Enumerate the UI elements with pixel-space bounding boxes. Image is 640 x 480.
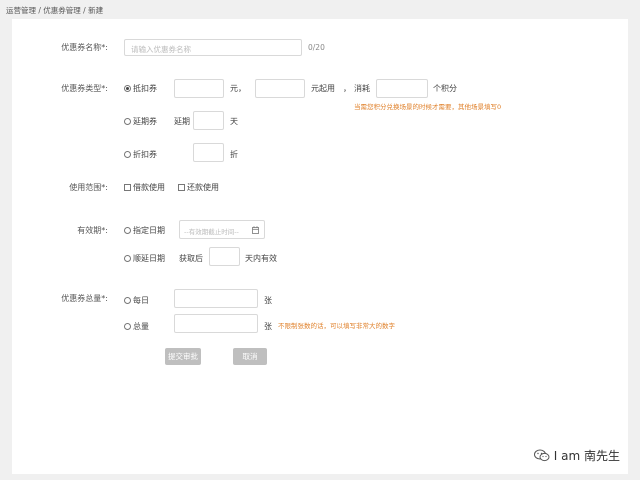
radio-discount[interactable]: 折扣券 bbox=[124, 149, 157, 160]
expiry-date-placeholder: --有效期截止时间-- bbox=[184, 228, 239, 236]
points-unit: 个积分 bbox=[433, 84, 457, 93]
days-valid-label: 天内有效 bbox=[245, 254, 277, 263]
extend-prefix: 延期 bbox=[174, 117, 190, 126]
coupon-name-input[interactable]: 请输入优惠券名称 bbox=[124, 39, 302, 56]
radio-daily-label: 每日 bbox=[133, 296, 149, 305]
radio-icon bbox=[124, 297, 131, 304]
calendar-icon bbox=[252, 226, 259, 236]
breadcrumb: 运营管理 / 优惠券管理 / 新建 bbox=[6, 6, 104, 15]
radio-defer-date[interactable]: 顺延日期 bbox=[124, 253, 165, 264]
radio-extend-label: 延期券 bbox=[133, 117, 157, 126]
threshold-amount-input[interactable] bbox=[255, 79, 305, 98]
coupon-name-label: 优惠券名称*: bbox=[61, 43, 108, 52]
expiry-date-picker[interactable]: --有效期截止时间-- bbox=[179, 220, 265, 239]
after-get-label: 获取后 bbox=[179, 254, 203, 263]
total-hint: 不限制张数的话，可以填写非常大的数字 bbox=[278, 322, 395, 330]
total-label: 优惠券总量*: bbox=[61, 294, 108, 303]
radio-icon bbox=[124, 255, 131, 262]
radio-extend[interactable]: 延期券 bbox=[124, 116, 157, 127]
radio-defer-date-label: 顺延日期 bbox=[133, 254, 165, 263]
radio-fixed-date[interactable]: 指定日期 bbox=[124, 225, 165, 236]
discount-input[interactable] bbox=[193, 143, 224, 162]
comma-separator: ， bbox=[343, 84, 351, 93]
total-count-input[interactable] bbox=[174, 314, 258, 333]
radio-icon bbox=[124, 323, 131, 330]
radio-deduct-label: 抵扣券 bbox=[133, 84, 157, 93]
checkbox-icon bbox=[178, 184, 185, 191]
total-unit: 张 bbox=[264, 322, 272, 331]
points-input[interactable] bbox=[376, 79, 428, 98]
radio-total[interactable]: 总量 bbox=[124, 321, 149, 332]
points-hint: 当需您积分兑换场景的时候才需要，其他场景填写0 bbox=[354, 103, 502, 111]
validity-label: 有效期*: bbox=[77, 226, 108, 235]
radio-icon bbox=[124, 118, 131, 125]
discount-unit: 折 bbox=[230, 150, 238, 159]
char-counter: 0/20 bbox=[308, 43, 325, 52]
checkbox-borrow[interactable]: 借款使用 bbox=[124, 182, 165, 193]
unit-yuan: 元， bbox=[230, 84, 246, 93]
extend-day-unit: 天 bbox=[230, 117, 238, 126]
radio-icon bbox=[124, 151, 131, 158]
radio-daily[interactable]: 每日 bbox=[124, 295, 149, 306]
wechat-icon bbox=[533, 449, 550, 462]
coupon-type-label: 优惠券类型*: bbox=[61, 84, 108, 93]
daily-unit: 张 bbox=[264, 296, 272, 305]
radio-deduct[interactable]: 抵扣券 bbox=[124, 83, 157, 94]
radio-total-label: 总量 bbox=[133, 322, 149, 331]
checkbox-icon bbox=[124, 184, 131, 191]
radio-fixed-date-label: 指定日期 bbox=[133, 226, 165, 235]
watermark: I am 南先生 bbox=[533, 447, 620, 464]
coupon-name-placeholder: 请输入优惠券名称 bbox=[131, 45, 191, 54]
submit-button[interactable]: 提交审批 bbox=[165, 348, 201, 365]
scope-label: 使用范围*: bbox=[69, 183, 108, 192]
valid-days-input[interactable] bbox=[209, 247, 240, 266]
radio-discount-label: 折扣券 bbox=[133, 150, 157, 159]
checkbox-borrow-label: 借款使用 bbox=[133, 183, 165, 192]
watermark-text: I am 南先生 bbox=[553, 449, 620, 463]
checkbox-repay[interactable]: 还款使用 bbox=[178, 182, 219, 193]
radio-icon bbox=[124, 227, 131, 234]
extend-days-input[interactable] bbox=[193, 111, 224, 130]
cancel-button[interactable]: 取消 bbox=[233, 348, 267, 365]
form-panel: 优惠券名称*: 请输入优惠券名称 0/20 优惠券类型*: 抵扣券 元， 元起用… bbox=[12, 19, 628, 474]
unit-threshold: 元起用 bbox=[311, 84, 335, 93]
radio-icon-checked bbox=[124, 85, 131, 92]
consume-label: 消耗 bbox=[354, 84, 370, 93]
daily-count-input[interactable] bbox=[174, 289, 258, 308]
deduct-amount-input[interactable] bbox=[174, 79, 224, 98]
checkbox-repay-label: 还款使用 bbox=[187, 183, 219, 192]
